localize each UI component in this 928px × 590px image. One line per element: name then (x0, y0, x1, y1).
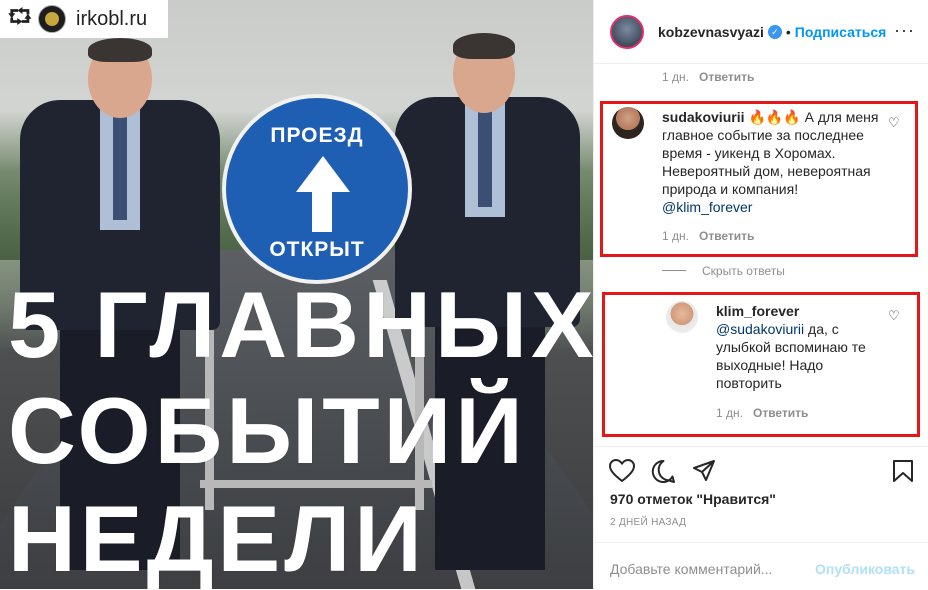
repost-badge: ⮔ irkobl.ru (0, 0, 168, 38)
comment-username[interactable]: sudakoviurii (662, 109, 744, 125)
road-sign: ПРОЕЗД ОТКРЫТ (222, 94, 412, 284)
post-side-panel: kobzevnasvyazi ✓ • Подписаться ··· 1 дн.… (593, 0, 928, 589)
post-image[interactable]: ПРОЕЗД ОТКРЫТ 5 ГЛАВНЫХ СОБЫТИЙ НЕДЕЛИ ⮔… (0, 0, 593, 589)
like-comment-heart-icon[interactable]: ♡ (888, 115, 900, 131)
hide-replies-button[interactable]: Скрыть ответы (702, 264, 785, 278)
sign-top-text: ПРОЕЗД (270, 124, 364, 147)
post-date: 2 ДНЕЙ НАЗАД (610, 517, 687, 528)
sign-bottom-text: ОТКРЫТ (269, 238, 365, 261)
comment-meta: 1 дн. Ответить (662, 229, 754, 243)
more-options-icon[interactable]: ··· (894, 20, 915, 41)
verified-badge-icon: ✓ (767, 24, 782, 39)
prev-comment-time: 1 дн. (662, 70, 689, 84)
headline-line-1: 5 ГЛАВНЫХ (8, 272, 593, 377)
reply-text-block: klim_forever @sudakoviurii да, с улыбкой… (716, 302, 882, 392)
comment-text-block: sudakoviurii 🔥🔥🔥 А для меня главное событ… (662, 108, 882, 216)
like-heart-icon[interactable] (609, 459, 635, 483)
add-comment-bar: Добавьте комментарий... Опубликовать (594, 542, 928, 590)
author-username[interactable]: kobzevnasvyazi (658, 24, 764, 40)
post-actions-bar (594, 446, 928, 447)
comment-avatar-sudakoviurii[interactable] (612, 107, 644, 139)
reply-username[interactable]: klim_forever (716, 303, 799, 319)
save-bookmark-icon[interactable] (892, 459, 914, 483)
share-direct-icon[interactable] (692, 459, 716, 483)
repost-account-name: irkobl.ru (76, 7, 148, 30)
separator-dot: • (785, 23, 791, 40)
prev-comment-reply-button[interactable]: Ответить (699, 70, 754, 84)
comment-bubble-icon[interactable] (651, 459, 676, 484)
arrow-up-icon (296, 156, 350, 192)
comment-reply-button[interactable]: Ответить (699, 229, 754, 243)
likes-count[interactable]: 970 отметок "Нравится" (610, 491, 776, 507)
reply-reply-button[interactable]: Ответить (753, 406, 808, 420)
comment-time: 1 дн. (662, 229, 689, 243)
post-header: kobzevnasvyazi ✓ • Подписаться ··· (594, 0, 928, 64)
repost-account-avatar (38, 5, 66, 33)
arrow-stem (312, 192, 332, 232)
comment-mention[interactable]: @klim_forever (662, 199, 752, 215)
author-avatar[interactable] (610, 14, 644, 49)
headline-line-3: НЕДЕЛИ (8, 486, 426, 589)
hide-replies-line (662, 270, 686, 271)
prev-comment-meta: 1 дн. Ответить (662, 70, 754, 84)
reply-time: 1 дн. (716, 406, 743, 420)
comment-input[interactable]: Добавьте комментарий... (610, 561, 772, 577)
reply-avatar-klim-forever[interactable] (666, 301, 698, 333)
headline-line-2: СОБЫТИЙ (8, 378, 527, 483)
reply-meta: 1 дн. Ответить (716, 406, 808, 420)
reply-mention[interactable]: @sudakoviurii (716, 321, 804, 337)
follow-button[interactable]: Подписаться (795, 24, 887, 40)
like-reply-heart-icon[interactable]: ♡ (888, 308, 900, 324)
repost-icon: ⮔ (8, 6, 32, 28)
publish-button[interactable]: Опубликовать (815, 561, 915, 577)
